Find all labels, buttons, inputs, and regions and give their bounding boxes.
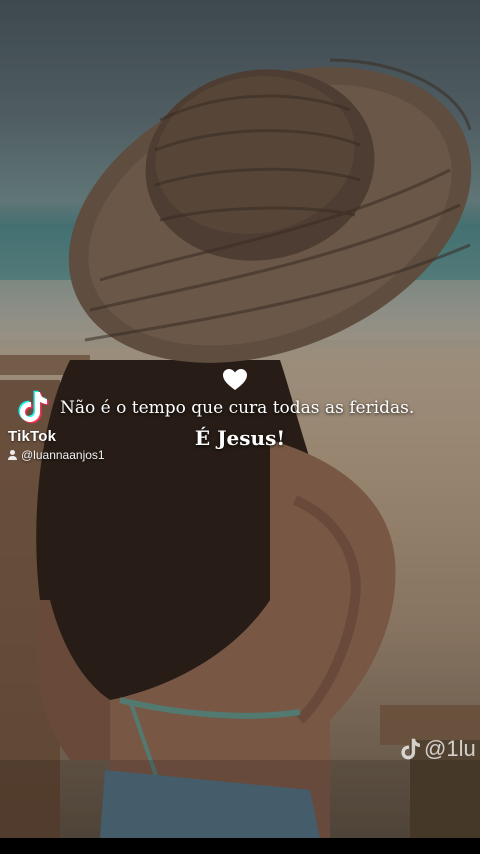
quote-line-2: É Jesus!	[194, 426, 286, 450]
user-icon	[8, 450, 17, 460]
quote-line-1: Não é o tempo que cura todas as feridas.	[60, 398, 415, 418]
watermark-text: @1lu	[424, 736, 476, 761]
bottom-black-bar	[0, 838, 480, 854]
tiktok-username[interactable]: @luannaanjos1	[8, 448, 105, 462]
corner-watermark: @1lu	[400, 736, 476, 762]
tiktok-note-icon	[401, 738, 420, 760]
video-frame	[0, 0, 480, 838]
tiktok-logo-icon[interactable]	[18, 390, 50, 424]
heart-icon	[223, 369, 247, 390]
dim-overlay	[0, 0, 480, 838]
username-text: @luannaanjos1	[21, 448, 105, 462]
